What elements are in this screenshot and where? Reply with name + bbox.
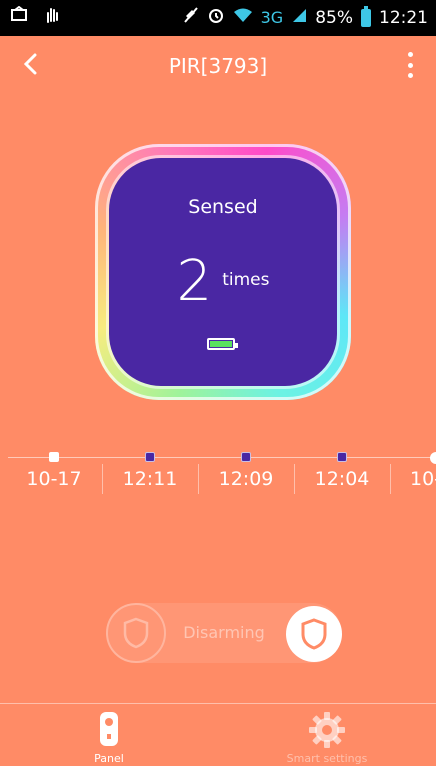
disarm-slider[interactable]: Disarming bbox=[106, 603, 342, 663]
gear-icon bbox=[309, 712, 345, 748]
timeline-dot bbox=[145, 452, 155, 462]
timeline-item[interactable]: 10- bbox=[390, 450, 436, 510]
notification-icon bbox=[10, 5, 28, 29]
card-inner: Sensed 2 times bbox=[109, 158, 337, 386]
disarm-button[interactable] bbox=[286, 606, 342, 662]
timeline-item[interactable]: 12:11 bbox=[102, 450, 198, 510]
timeline-dot bbox=[337, 452, 347, 462]
battery-icon bbox=[361, 5, 371, 27]
timeline-label: 12:04 bbox=[314, 468, 370, 490]
timeline-dot bbox=[430, 452, 436, 464]
sensed-label: Sensed bbox=[188, 196, 258, 218]
timeline-label: 10- bbox=[410, 468, 436, 490]
more-options-button[interactable] bbox=[398, 48, 422, 82]
sensed-count: 2 bbox=[176, 249, 213, 314]
timeline-label: 10-17 bbox=[26, 468, 82, 490]
count-row: 2 times bbox=[109, 254, 337, 310]
nav-label-panel: Panel bbox=[94, 752, 124, 765]
battery-full-icon bbox=[207, 338, 238, 350]
header: PIR[3793] bbox=[0, 36, 436, 94]
history-timeline[interactable]: 10-17 12:11 12:09 12:04 10- bbox=[0, 450, 436, 510]
page-title: PIR[3793] bbox=[168, 54, 268, 78]
battery-percent: 85% bbox=[315, 7, 353, 28]
timeline-item[interactable]: 12:09 bbox=[198, 450, 294, 510]
nav-item-smart-settings[interactable]: Smart settings bbox=[218, 704, 436, 766]
timeline-dot bbox=[49, 452, 59, 462]
timeline-label: 12:11 bbox=[122, 468, 178, 490]
count-unit: times bbox=[222, 270, 270, 290]
nav-item-panel[interactable]: Panel bbox=[0, 704, 218, 766]
timeline-label: 12:09 bbox=[218, 468, 274, 490]
nav-label-smart-settings: Smart settings bbox=[286, 752, 368, 765]
remote-icon bbox=[100, 712, 118, 746]
more-vert-icon bbox=[407, 52, 413, 57]
shield-icon bbox=[301, 618, 327, 650]
sensor-card: Sensed 2 times bbox=[95, 144, 351, 400]
timeline-item[interactable]: 12:04 bbox=[294, 450, 390, 510]
clock: 12:21 bbox=[379, 7, 428, 28]
status-bar-right: 3G 85% 12:21 bbox=[183, 5, 428, 29]
alarm-icon bbox=[207, 6, 225, 29]
network-type: 3G bbox=[260, 8, 284, 27]
bottom-nav: Panel Smart settings bbox=[0, 703, 436, 766]
hand-icon bbox=[44, 6, 60, 29]
status-bar: 3G 85% 12:21 bbox=[0, 0, 436, 36]
signal-icon bbox=[291, 7, 307, 28]
wifi-icon bbox=[233, 7, 253, 28]
mute-icon bbox=[183, 6, 199, 29]
status-bar-left bbox=[10, 5, 60, 29]
timeline-item[interactable]: 10-17 bbox=[6, 450, 102, 510]
timeline-dot bbox=[241, 452, 251, 462]
